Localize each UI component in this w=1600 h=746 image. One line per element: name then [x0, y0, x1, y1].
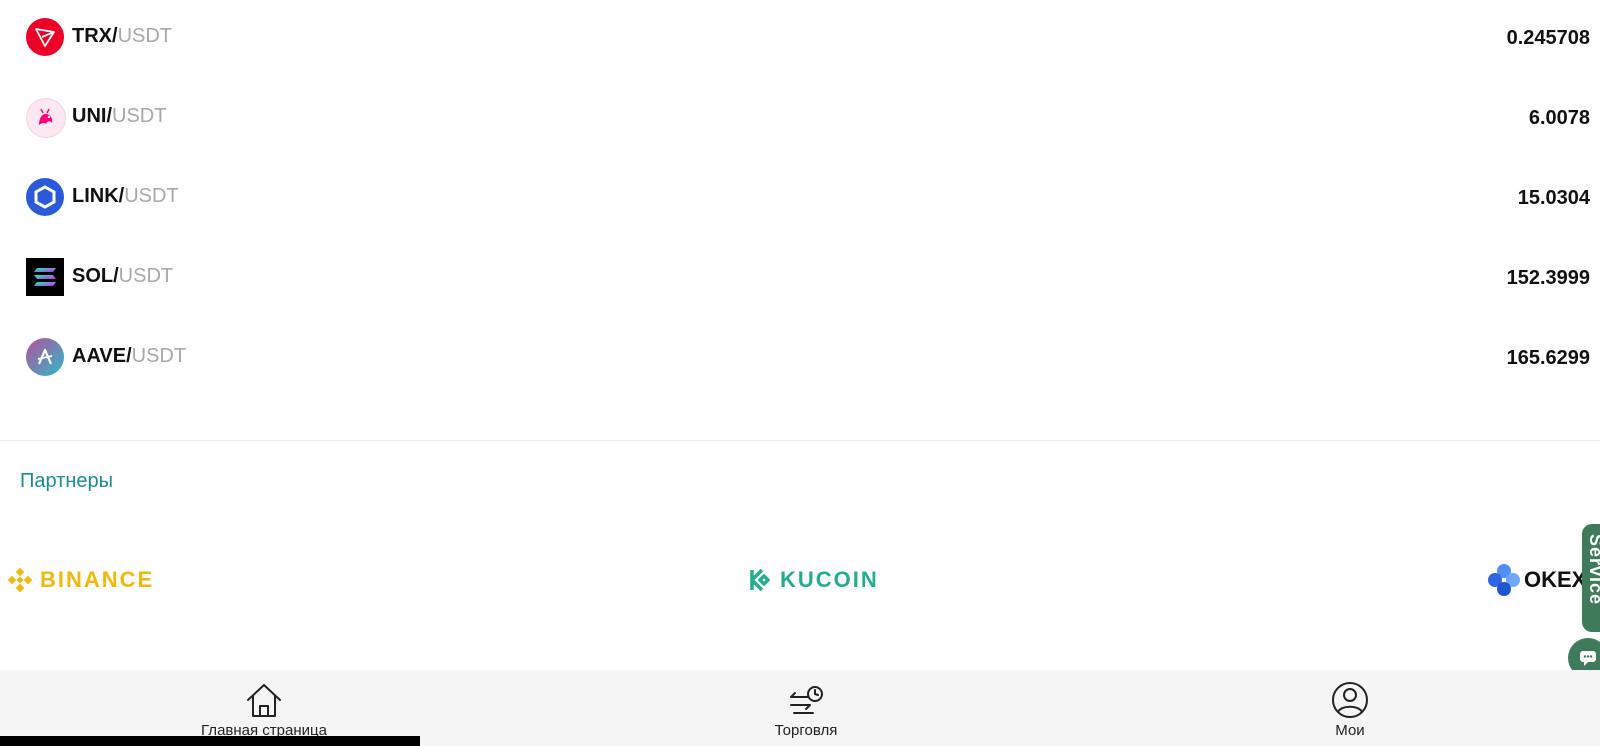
home-indicator-bar	[0, 736, 420, 746]
kucoin-logo	[746, 566, 774, 594]
pair-label: LINK/USDT	[72, 184, 179, 208]
aave-icon	[26, 338, 64, 376]
nav-label: Мои	[1335, 722, 1365, 739]
partner-name: BINANCE	[40, 567, 155, 592]
pair-base: TRX/	[72, 25, 118, 47]
pair-base: UNI/	[72, 105, 112, 127]
bottom-nav: Главная страница Торговля Мои	[0, 670, 1600, 746]
market-row-link[interactable]: LINK/USDT 15.0304	[0, 166, 1600, 226]
partner-name: OKEX	[1524, 567, 1587, 592]
pair-quote: USDT	[118, 265, 174, 287]
tron-icon	[26, 18, 64, 56]
pair-label: AAVE/USDT	[72, 344, 186, 368]
price-value: 152.3999	[1506, 267, 1590, 289]
pair-quote: USDT	[124, 185, 179, 207]
pair-base: AAVE/	[72, 345, 132, 367]
solana-icon	[26, 258, 64, 296]
section-divider	[0, 440, 1600, 441]
pair-label: UNI/USDT	[72, 104, 166, 128]
pair-base: LINK/	[72, 185, 125, 207]
binance-logo	[6, 566, 34, 594]
market-row-trx[interactable]: TRX/USDT 0.245708	[0, 6, 1600, 66]
nav-mine[interactable]: Мои	[1250, 670, 1450, 746]
price-value: 0.245708	[1506, 27, 1590, 49]
price-value: 165.6299	[1506, 347, 1590, 369]
nav-trade[interactable]: Торговля	[706, 670, 906, 746]
pair-label: TRX/USDT	[72, 24, 172, 48]
partners-title: Партнеры	[20, 470, 114, 492]
user-icon	[1332, 682, 1368, 718]
chainlink-icon	[26, 178, 64, 216]
partner-binance[interactable]: BINANCE	[6, 560, 154, 600]
partner-name: KUCOIN	[780, 567, 879, 592]
partner-kucoin[interactable]: KUCOIN	[746, 560, 879, 600]
uniswap-icon	[26, 98, 66, 138]
home-icon	[247, 684, 281, 717]
trade-icon	[790, 686, 823, 714]
pair-label: SOL/USDT	[72, 264, 173, 288]
price-value: 6.0078	[1528, 107, 1590, 129]
price-value: 15.0304	[1517, 187, 1590, 209]
service-label: Service	[1586, 534, 1600, 606]
pair-base: SOL/	[72, 265, 119, 287]
nav-home[interactable]: Главная страница	[164, 670, 364, 746]
nav-label: Торговля	[774, 722, 838, 739]
market-row-uni[interactable]: UNI/USDT 6.0078	[0, 86, 1600, 146]
service-button[interactable]: Service	[1582, 524, 1600, 632]
partner-okex[interactable]: OKEX	[1486, 560, 1586, 600]
market-row-aave[interactable]: AAVE/USDT 165.6299	[0, 326, 1600, 386]
okex-logo	[1486, 562, 1522, 598]
market-row-sol[interactable]: SOL/USDT 152.3999	[0, 246, 1600, 306]
pair-quote: USDT	[131, 345, 187, 367]
pair-quote: USDT	[112, 105, 167, 127]
pair-quote: USDT	[117, 25, 173, 47]
